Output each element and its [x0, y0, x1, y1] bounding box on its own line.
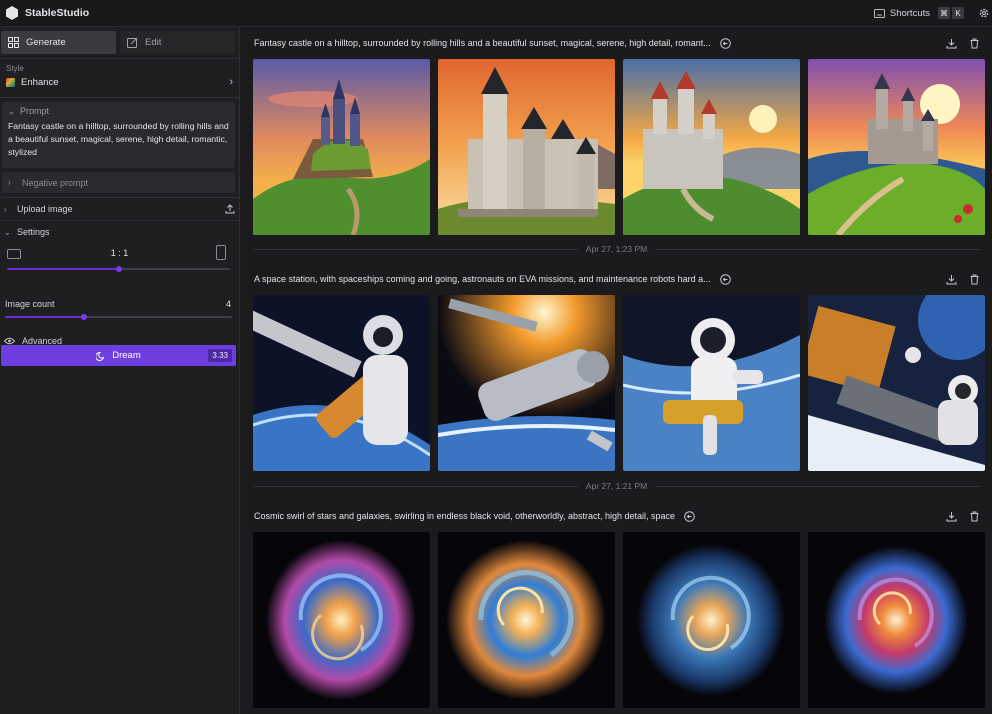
shortcuts-button[interactable]: Shortcuts ⌘ K [873, 7, 964, 19]
timestamp-divider: Apr 27, 1:21 PM [253, 481, 981, 491]
generated-image-space-1[interactable] [253, 295, 430, 471]
style-value: Enhance [21, 76, 59, 88]
style-label: Style [6, 64, 24, 73]
aspect-ratio-control: 1 : 1 [0, 243, 239, 299]
generated-image-castle-1[interactable] [253, 59, 430, 235]
download-icon[interactable] [946, 38, 957, 49]
generated-image-galaxy-4[interactable] [808, 532, 985, 708]
chevron-right-icon: › [4, 204, 7, 214]
generation-prompt: Fantasy castle on a hilltop, surrounded … [254, 38, 711, 48]
prompt-text[interactable]: Fantasy castle on a hilltop, surrounded … [8, 120, 229, 159]
image-count-value: 4 [225, 299, 231, 309]
shortcut-key: K [952, 7, 964, 19]
tab-generate[interactable]: Generate [1, 31, 116, 54]
generated-image-castle-3[interactable] [623, 59, 800, 235]
generation-prompt: Cosmic swirl of stars and galaxies, swir… [254, 511, 676, 521]
generation-castle: Fantasy castle on a hilltop, surrounded … [241, 27, 992, 263]
style-thumbnail [6, 77, 15, 87]
dream-label: Dream [112, 350, 141, 361]
generated-image-space-4[interactable] [808, 295, 985, 471]
image-count-control: Image count 4 [0, 299, 239, 331]
generated-image-astronaut-3[interactable] [623, 295, 800, 471]
app-title: StableStudio [25, 7, 90, 19]
download-icon[interactable] [946, 274, 957, 285]
moon-icon [96, 351, 105, 361]
prompt-label: Prompt [20, 106, 50, 116]
generation-cosmic-swirl: Cosmic swirl of stars and galaxies, swir… [241, 500, 992, 714]
slider-thumb[interactable] [81, 314, 88, 320]
settings-section[interactable]: ⌄ Settings [0, 221, 239, 243]
download-icon[interactable] [946, 511, 957, 522]
chevron-down-icon: ⌄ [8, 106, 15, 116]
dream-button[interactable]: Dream 3.33 [1, 345, 236, 366]
generation-timestamp: Apr 27, 1:21 PM [585, 481, 648, 491]
app-logo[interactable]: StableStudio [4, 5, 89, 21]
chevron-down-icon: ⌄ [4, 227, 11, 237]
style-selector[interactable]: Style Enhance › [0, 59, 239, 97]
generated-image-castle-4[interactable] [808, 59, 985, 235]
upload-image-section[interactable]: › Upload image [0, 198, 239, 220]
generated-image-galaxy-1[interactable] [253, 532, 430, 708]
image-count-label: Image count [5, 299, 55, 309]
upload-image-label: Upload image [17, 204, 73, 214]
generation-space-station: A space station, with spaceships coming … [241, 263, 992, 500]
reuse-prompt-icon[interactable] [719, 273, 731, 285]
upload-icon[interactable] [225, 204, 235, 214]
top-bar: StableStudio Shortcuts ⌘ K [0, 0, 992, 27]
reuse-prompt-icon[interactable] [684, 510, 695, 522]
tab-label: Edit [145, 37, 162, 48]
grid-icon [8, 37, 19, 48]
negative-prompt-toggle[interactable]: › Negative prompt [2, 172, 235, 193]
tab-label: Generate [26, 37, 66, 48]
sidebar: Generate Edit Style Enhance › ⌄ Prompt F… [0, 27, 240, 714]
shortcuts-label: Shortcuts [889, 7, 930, 19]
image-count-slider[interactable] [5, 314, 232, 320]
generation-prompt: A space station, with spaceships coming … [254, 274, 711, 284]
prompt-field[interactable]: ⌄ Prompt Fantasy castle on a hilltop, su… [2, 102, 235, 168]
slider-fill [5, 316, 85, 318]
eye-icon [4, 337, 15, 345]
negative-prompt-label: Negative prompt [22, 177, 89, 188]
tab-edit[interactable]: Edit [120, 31, 235, 54]
generations-feed: Fantasy castle on a hilltop, surrounded … [241, 27, 992, 714]
aspect-ratio-slider[interactable] [7, 266, 230, 272]
generated-image-galaxy-3[interactable] [623, 532, 800, 708]
portrait-icon[interactable] [216, 245, 226, 260]
slider-fill [7, 268, 119, 270]
generated-image-space-2[interactable] [438, 295, 615, 471]
trash-icon[interactable] [969, 38, 980, 49]
aspect-ratio-value: 1 : 1 [110, 248, 129, 258]
slider-thumb[interactable] [115, 266, 122, 272]
reuse-prompt-icon[interactable] [719, 37, 731, 49]
chevron-right-icon: › [8, 178, 11, 187]
chevron-right-icon: › [229, 76, 233, 88]
generated-image-castle-2[interactable] [438, 59, 615, 235]
shortcut-key: ⌘ [938, 7, 950, 19]
dream-cost-badge: 3.33 [208, 349, 232, 362]
trash-icon[interactable] [969, 274, 980, 285]
gear-icon[interactable] [978, 7, 990, 19]
generation-timestamp: Apr 27, 1:23 PM [585, 244, 648, 254]
trash-icon[interactable] [969, 511, 980, 522]
timestamp-divider: Apr 27, 1:23 PM [253, 244, 981, 254]
keyboard-icon [873, 8, 885, 18]
generated-image-galaxy-2[interactable] [438, 532, 615, 708]
edit-icon [127, 37, 138, 48]
settings-label: Settings [17, 227, 50, 237]
logo-icon [6, 6, 18, 20]
